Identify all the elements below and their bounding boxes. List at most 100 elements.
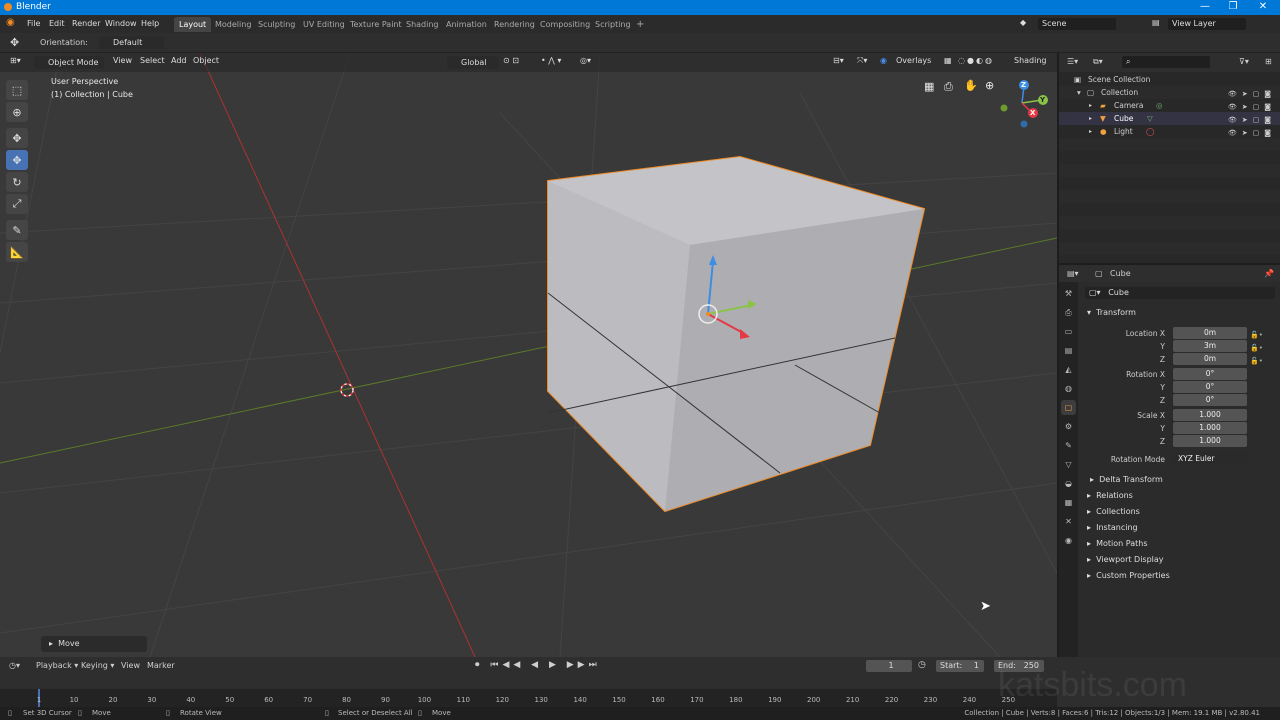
menu-edit[interactable]: Edit bbox=[49, 19, 65, 28]
data-tab-icon[interactable]: ▦ bbox=[1061, 495, 1076, 510]
tab-scripting[interactable]: Scripting bbox=[590, 17, 636, 32]
scene-name-field[interactable]: Scene bbox=[1038, 18, 1116, 30]
new-collection-icon[interactable]: ⊞ bbox=[1265, 57, 1272, 66]
custom-properties-panel[interactable]: ▸ Custom Properties bbox=[1087, 571, 1170, 580]
view-layer-field[interactable]: View Layer bbox=[1168, 18, 1246, 30]
viewport-menu-select[interactable]: Select bbox=[140, 56, 165, 65]
pivot-icon[interactable]: ⊙ ⊡ bbox=[503, 56, 519, 65]
object-mode-dropdown[interactable]: Object Mode bbox=[34, 56, 104, 69]
location-x-field[interactable]: 0m bbox=[1173, 327, 1247, 339]
rotation-mode-dropdown[interactable]: XYZ Euler bbox=[1173, 453, 1247, 465]
tab-uv-editing[interactable]: UV Editing bbox=[298, 17, 350, 32]
transform-orientation-dropdown[interactable]: Global bbox=[447, 56, 499, 69]
object-tab-icon[interactable]: ▢ bbox=[1061, 400, 1076, 415]
expand-icon[interactable]: ▸ bbox=[1089, 99, 1092, 112]
shading-modes-icon[interactable]: ◌●◐◍ bbox=[958, 56, 994, 65]
orientation-dropdown[interactable]: Default bbox=[99, 36, 164, 49]
outliner-item-cube[interactable]: ▸ ▼ Cube ▽ 👁➤▢◙ bbox=[1059, 112, 1280, 125]
shading-dropdown[interactable]: Shading bbox=[1014, 56, 1047, 65]
transform-tool-button[interactable]: ✥ bbox=[6, 150, 28, 170]
cube-object[interactable] bbox=[547, 155, 926, 513]
overlays-icon[interactable]: ◉ bbox=[880, 56, 887, 65]
scale-z-field[interactable]: 1.000 bbox=[1173, 435, 1247, 447]
snap-icon[interactable]: • ⋀ ▾ bbox=[541, 56, 561, 65]
object-name-field[interactable]: ▢▾ Cube bbox=[1085, 287, 1275, 299]
outliner-scene-collection[interactable]: ▣ Scene Collection bbox=[1059, 73, 1280, 86]
rotation-x-field[interactable]: 0° bbox=[1173, 368, 1247, 380]
scale-tool-icon[interactable]: ⤢ bbox=[6, 194, 28, 214]
filter-icon[interactable]: ⊽▾ bbox=[1239, 57, 1249, 66]
texture-tab-icon[interactable]: ◉ bbox=[1061, 533, 1076, 548]
view-object-types-icon[interactable]: ⊟▾ bbox=[833, 56, 844, 65]
tab-texture-paint[interactable]: Texture Paint bbox=[345, 17, 407, 32]
tab-sculpting[interactable]: Sculpting bbox=[253, 17, 300, 32]
material-tab-icon[interactable]: ✕ bbox=[1061, 514, 1076, 529]
tool-tab-icon[interactable]: ⚒ bbox=[1061, 286, 1076, 301]
grid-view-icon[interactable]: ▦ bbox=[924, 80, 934, 93]
add-workspace-button[interactable]: + bbox=[631, 17, 649, 32]
outliner-editor-icon[interactable]: ☰▾ bbox=[1067, 57, 1078, 66]
outliner-collection[interactable]: ▾ ▢ Collection 👁➤▢◙ bbox=[1059, 86, 1280, 99]
menu-window[interactable]: Window bbox=[105, 19, 137, 28]
select-box-tool-icon[interactable]: ⬚ bbox=[6, 80, 28, 100]
measure-tool-icon[interactable]: 📐 bbox=[6, 242, 28, 262]
3d-viewport[interactable]: Z Y X ⊞▾ Object Mode View Select Add Obj… bbox=[0, 53, 1057, 657]
move-tool-button[interactable]: ✥ bbox=[6, 128, 28, 148]
zoom-icon[interactable]: ⊕ bbox=[985, 79, 994, 92]
rotation-z-field[interactable]: 0° bbox=[1173, 394, 1247, 406]
lock-icons[interactable]: 🔓• 🔓• 🔓• bbox=[1250, 329, 1263, 368]
editor-type-icon[interactable]: ⊞▾ bbox=[10, 56, 21, 65]
tab-shading[interactable]: Shading bbox=[401, 17, 444, 32]
tab-modeling[interactable]: Modeling bbox=[210, 17, 256, 32]
pan-hand-icon[interactable]: ✋ bbox=[964, 79, 978, 92]
cursor-tool-icon[interactable]: ⊕ bbox=[6, 102, 28, 122]
rotate-tool-icon[interactable]: ↻ bbox=[6, 172, 28, 192]
last-operator-panel[interactable]: ▸ Move bbox=[41, 636, 147, 652]
viewport-menu-add[interactable]: Add bbox=[171, 56, 187, 65]
overlays-dropdown[interactable]: Overlays bbox=[896, 56, 931, 65]
motion-paths-panel[interactable]: ▸ Motion Paths bbox=[1087, 539, 1148, 548]
xray-icon[interactable]: ▦ bbox=[944, 56, 952, 65]
minimize-button[interactable]: — bbox=[1190, 1, 1220, 14]
blender-menu-icon[interactable]: ◉ bbox=[6, 17, 15, 28]
expand-icon[interactable]: ▸ bbox=[1089, 125, 1092, 138]
gizmo-toggle-icon[interactable]: ⤧▾ bbox=[857, 56, 867, 66]
render-tab-icon[interactable]: ⎙ bbox=[1061, 305, 1076, 320]
tab-compositing[interactable]: Compositing bbox=[535, 17, 595, 32]
location-z-field[interactable]: 0m bbox=[1173, 353, 1247, 365]
output-tab-icon[interactable]: ▭ bbox=[1061, 324, 1076, 339]
menu-file[interactable]: File bbox=[27, 19, 40, 28]
particles-tab-icon[interactable]: ✎ bbox=[1061, 438, 1076, 453]
close-button[interactable]: ✕ bbox=[1248, 1, 1278, 14]
world-tab-icon[interactable]: ◍ bbox=[1061, 381, 1076, 396]
collections-panel[interactable]: ▸ Collections bbox=[1087, 507, 1140, 516]
pin-icon[interactable]: 📌 bbox=[1264, 269, 1274, 278]
constraints-tab-icon[interactable]: ◒ bbox=[1061, 476, 1076, 491]
scale-x-field[interactable]: 1.000 bbox=[1173, 409, 1247, 421]
transform-panel-header[interactable]: ▾ Transform bbox=[1087, 308, 1136, 317]
expand-icon[interactable]: ▸ bbox=[1089, 112, 1092, 125]
outliner-item-light[interactable]: ▸ ● Light ◯ 👁➤▢◙ bbox=[1059, 125, 1280, 138]
viewport-menu-view[interactable]: View bbox=[113, 56, 132, 65]
location-y-field[interactable]: 3m bbox=[1173, 340, 1247, 352]
annotate-tool-icon[interactable]: ✎ bbox=[6, 220, 28, 240]
physics-tab-icon[interactable]: ▽ bbox=[1061, 457, 1076, 472]
maximize-button[interactable]: ❐ bbox=[1218, 1, 1248, 14]
view-layer-tab-icon[interactable]: ▤ bbox=[1061, 343, 1076, 358]
viewport-display-panel[interactable]: ▸ Viewport Display bbox=[1087, 555, 1164, 564]
tab-animation[interactable]: Animation bbox=[441, 17, 492, 32]
modifier-tab-icon[interactable]: ⚙ bbox=[1061, 419, 1076, 434]
outliner-search-input[interactable]: ⌕ bbox=[1122, 56, 1210, 68]
delta-transform-panel[interactable]: ▸ Delta Transform bbox=[1090, 475, 1163, 484]
scale-y-field[interactable]: 1.000 bbox=[1173, 422, 1247, 434]
menu-render[interactable]: Render bbox=[72, 19, 100, 28]
tab-rendering[interactable]: Rendering bbox=[489, 17, 540, 32]
menu-help[interactable]: Help bbox=[141, 19, 159, 28]
instancing-panel[interactable]: ▸ Instancing bbox=[1087, 523, 1138, 532]
relations-panel[interactable]: ▸ Relations bbox=[1087, 491, 1133, 500]
tab-layout[interactable]: Layout bbox=[174, 17, 212, 32]
outliner-item-camera[interactable]: ▸ ▰ Camera ◎ 👁➤▢◙ bbox=[1059, 99, 1280, 112]
camera-view-icon[interactable]: ⎙ bbox=[944, 80, 953, 94]
expand-icon[interactable]: ▾ bbox=[1077, 86, 1081, 99]
proportional-edit-icon[interactable]: ◎▾ bbox=[580, 56, 591, 65]
